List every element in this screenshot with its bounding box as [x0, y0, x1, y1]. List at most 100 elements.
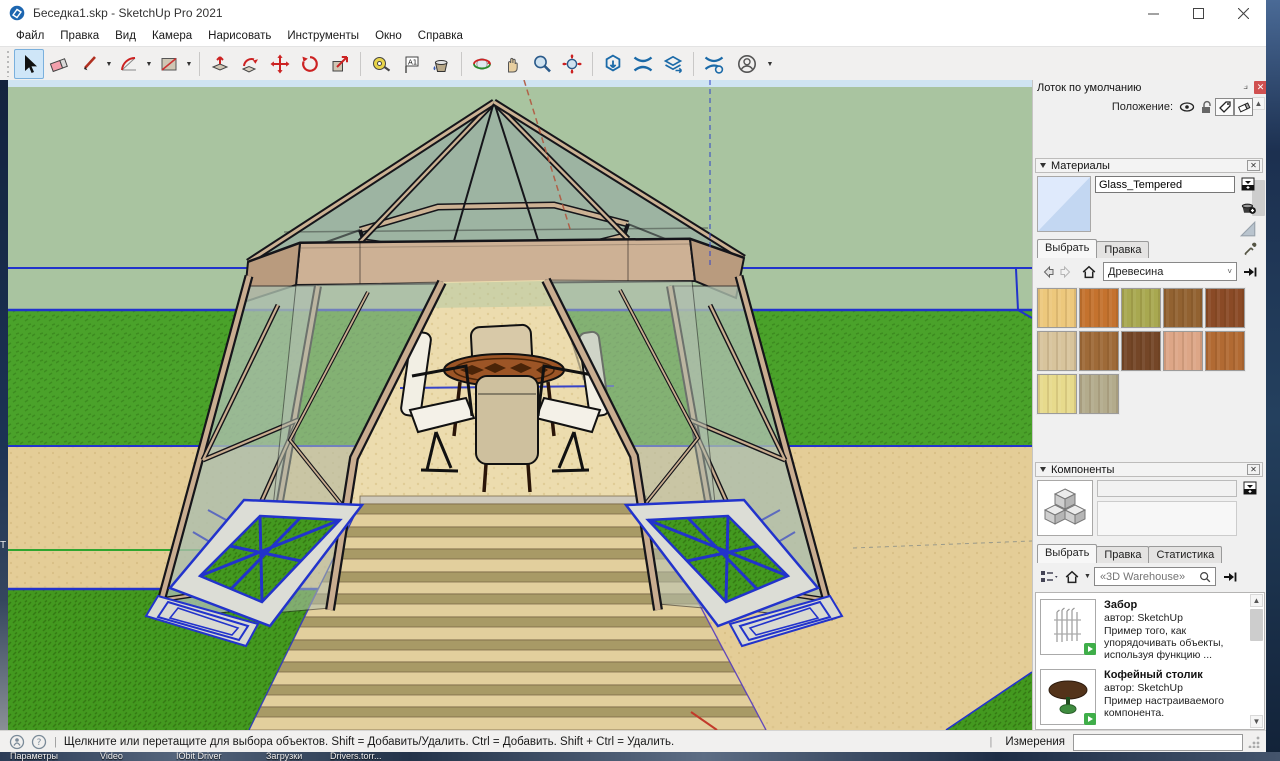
arc-tool-button[interactable] — [114, 49, 144, 79]
menu-draw[interactable]: Нарисовать — [200, 28, 279, 44]
components-tab-select[interactable]: Выбрать — [1037, 544, 1097, 563]
back-arrow-icon[interactable] — [1039, 264, 1056, 280]
eye-icon[interactable] — [1177, 98, 1196, 116]
orbit-tool-button[interactable] — [467, 49, 497, 79]
material-swatch[interactable] — [1205, 331, 1245, 371]
help-icon[interactable]: ? — [31, 734, 47, 750]
extension-curves-gear-button[interactable] — [699, 49, 729, 79]
3d-viewport-scene[interactable] — [8, 80, 1032, 730]
follow-me-tool-button[interactable] — [235, 49, 265, 79]
material-swatch[interactable] — [1037, 288, 1077, 328]
component-title[interactable]: Забор — [1104, 599, 1137, 611]
unlock-icon[interactable] — [1196, 98, 1215, 116]
desktop-icon-label[interactable]: Video — [100, 752, 123, 761]
home-icon[interactable] — [1063, 568, 1081, 585]
material-swatch[interactable] — [1079, 288, 1119, 328]
menu-view[interactable]: Вид — [107, 28, 144, 44]
geolocation-icon[interactable] — [9, 734, 25, 750]
home-icon[interactable] — [1080, 263, 1098, 280]
line-tool-dropdown[interactable]: ▼ — [104, 50, 114, 78]
rectangle-tool-button[interactable] — [154, 49, 184, 79]
material-swatch[interactable] — [1037, 374, 1077, 414]
component-list-item[interactable]: Кофейный столик автор: SketchUp Пример н… — [1040, 669, 1250, 730]
push-pull-tool-button[interactable] — [205, 49, 235, 79]
component-title[interactable]: Кофейный столик — [1104, 669, 1203, 681]
warehouse-search-box[interactable] — [1094, 567, 1216, 586]
back-face-sample-icon[interactable] — [1239, 220, 1257, 238]
component-name-field[interactable] — [1097, 480, 1237, 497]
menu-help[interactable]: Справка — [410, 28, 471, 44]
tray-header[interactable]: Лоток по умолчанию — [1033, 80, 1267, 95]
move-tool-button[interactable] — [265, 49, 295, 79]
list-scroll-thumb[interactable] — [1250, 609, 1263, 641]
minimize-button[interactable] — [1131, 0, 1176, 26]
desktop-icon-label[interactable]: Drivers.torr... — [330, 752, 382, 761]
create-material-icon[interactable] — [1239, 197, 1257, 215]
tape-measure-tool-button[interactable] — [366, 49, 396, 79]
paint-bucket-tool-button[interactable] — [426, 49, 456, 79]
chevron-down-icon[interactable]: ▼ — [1084, 573, 1091, 580]
pan-tool-button[interactable] — [497, 49, 527, 79]
materials-section-header[interactable]: Материалы ✕ — [1035, 158, 1263, 173]
material-swatch[interactable] — [1121, 288, 1161, 328]
materials-close-button[interactable]: ✕ — [1247, 160, 1260, 171]
resize-grip[interactable] — [1248, 736, 1260, 748]
close-button[interactable] — [1221, 0, 1266, 26]
material-preview[interactable] — [1037, 176, 1091, 232]
secondary-pane-icon[interactable] — [1239, 175, 1257, 193]
desktop-icon-label[interactable]: IObit Driver — [176, 752, 222, 761]
line-tool-button[interactable] — [74, 49, 104, 79]
material-swatch[interactable] — [1079, 374, 1119, 414]
secondary-pane-icon[interactable] — [1241, 479, 1259, 497]
materials-tab-select[interactable]: Выбрать — [1037, 239, 1097, 258]
list-scroll-down[interactable]: ▼ — [1250, 715, 1263, 728]
list-scroll-up[interactable]: ▲ — [1250, 594, 1263, 607]
maximize-button[interactable] — [1176, 0, 1221, 26]
select-tool-button[interactable] — [14, 49, 44, 79]
component-preview[interactable] — [1037, 480, 1093, 536]
forward-arrow-icon[interactable] — [1058, 264, 1075, 280]
components-close-button[interactable]: ✕ — [1247, 464, 1260, 475]
details-arrow-icon[interactable] — [1241, 264, 1259, 280]
material-name-input[interactable] — [1095, 176, 1235, 193]
scale-tool-button[interactable] — [325, 49, 355, 79]
model-viewport[interactable] — [8, 80, 1032, 730]
components-tab-edit[interactable]: Правка — [1096, 546, 1149, 563]
eyedropper-icon[interactable] — [1241, 240, 1259, 258]
warehouse-search-input[interactable] — [1098, 570, 1198, 584]
components-section-header[interactable]: Компоненты ✕ — [1035, 462, 1263, 477]
rotate-tool-button[interactable] — [295, 49, 325, 79]
material-swatch[interactable] — [1163, 288, 1203, 328]
details-arrow-icon[interactable] — [1221, 569, 1239, 585]
material-swatch[interactable] — [1205, 288, 1245, 328]
menu-edit[interactable]: Правка — [52, 28, 107, 44]
account-button[interactable] — [729, 49, 765, 79]
component-list-item[interactable]: Забор автор: SketchUp Пример того, как у… — [1040, 599, 1250, 661]
menu-tools[interactable]: Инструменты — [279, 28, 367, 44]
extension-hex-arrow-button[interactable] — [598, 49, 628, 79]
desktop-icon-label[interactable]: Загрузки — [266, 752, 302, 761]
pin-icon[interactable]: ⟓ — [1239, 81, 1252, 94]
materials-tab-edit[interactable]: Правка — [1096, 241, 1149, 258]
eraser-small-icon[interactable] — [1234, 98, 1253, 116]
menu-camera[interactable]: Камера — [144, 28, 200, 44]
components-tab-statistics[interactable]: Статистика — [1148, 546, 1222, 563]
eraser-tool-button[interactable] — [44, 49, 74, 79]
material-swatch[interactable] — [1163, 331, 1203, 371]
zoom-tool-button[interactable] — [527, 49, 557, 79]
extension-layers-arrow-button[interactable] — [658, 49, 688, 79]
menu-file[interactable]: Файл — [8, 28, 52, 44]
tag-icon[interactable] — [1215, 98, 1234, 116]
toolbar-drag-handle[interactable] — [5, 51, 11, 77]
material-swatch[interactable] — [1121, 331, 1161, 371]
material-swatch[interactable] — [1037, 331, 1077, 371]
rectangle-tool-dropdown[interactable]: ▼ — [184, 50, 194, 78]
view-options-icon[interactable] — [1039, 569, 1059, 585]
zoom-extents-tool-button[interactable] — [557, 49, 587, 79]
extension-curves-button[interactable] — [628, 49, 658, 79]
arc-tool-dropdown[interactable]: ▼ — [144, 50, 154, 78]
material-collection-dropdown[interactable]: Древесина ˅ — [1103, 262, 1237, 281]
tray-scroll-up[interactable]: ▲ — [1252, 97, 1265, 110]
measurements-input[interactable] — [1073, 734, 1243, 751]
desktop-icon-label[interactable]: Параметры — [10, 752, 58, 761]
